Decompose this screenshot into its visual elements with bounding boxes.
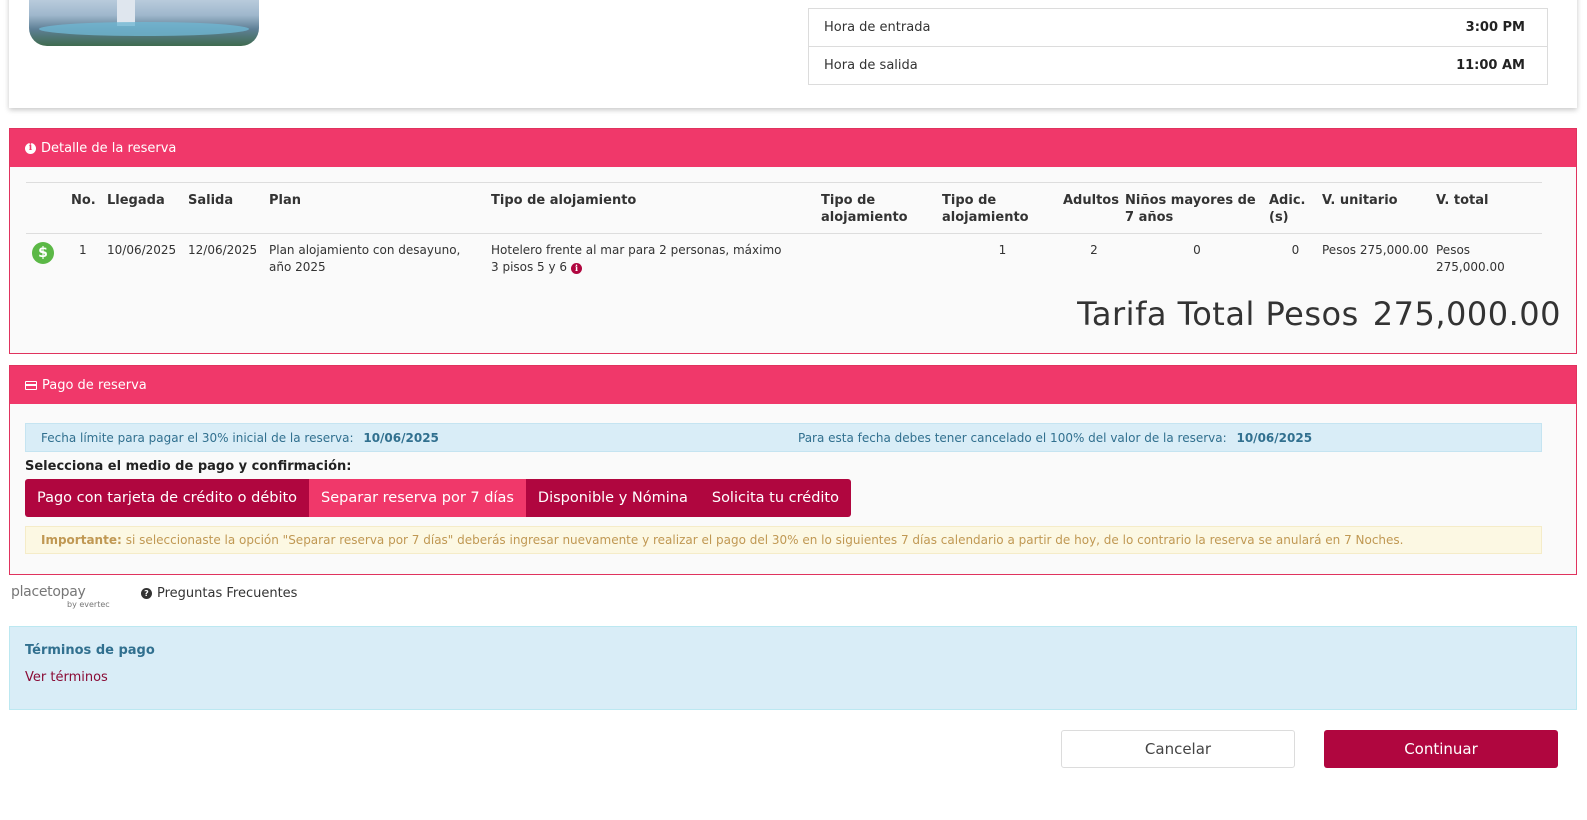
total-rate-amount: 275,000.00 xyxy=(1372,295,1561,333)
checkout-row: Hora de salida 11:00 AM xyxy=(809,46,1547,84)
payment-panel: Pago de reserva Fecha límite para pagar … xyxy=(9,365,1577,575)
deadline-30-label: Fecha límite para pagar el 30% inicial d… xyxy=(41,430,354,445)
deadline-30: Fecha límite para pagar el 30% inicial d… xyxy=(41,431,439,445)
room-info-icon[interactable]: i xyxy=(571,263,583,274)
checkout-label: Hora de salida xyxy=(824,58,918,73)
col-room-type: Tipo de alojamiento xyxy=(491,182,821,234)
checkin-info-table: Hora de entrada 3:00 PM Hora de salida 1… xyxy=(808,8,1548,85)
separate-reservation-button[interactable]: Separar reserva por 7 días xyxy=(309,479,526,517)
col-adults: Adultos xyxy=(1063,182,1125,234)
dollar-circle-icon[interactable]: $ xyxy=(32,242,54,264)
col-no: No. xyxy=(71,182,107,234)
deadline-100-date: 10/06/2025 xyxy=(1236,430,1313,445)
row-children: 0 xyxy=(1193,243,1201,257)
row-unit-value: Pesos 275,000.00 xyxy=(1322,243,1429,257)
row-room-type: Hotelero frente al mar para 2 personas, … xyxy=(491,243,782,274)
checkin-row: Hora de entrada 3:00 PM xyxy=(809,8,1547,46)
row-room-type-3: 1 xyxy=(998,243,1007,257)
payment-title: Pago de reserva xyxy=(42,377,147,393)
row-arrival: 10/06/2025 xyxy=(107,243,177,257)
deadline-30-date: 10/06/2025 xyxy=(363,430,439,445)
row-total-value: Pesos 275,000.00 xyxy=(1436,243,1505,274)
placetopay-logo-text: placetopay xyxy=(11,584,86,600)
payment-method-tabs: Pago con tarjeta de crédito o débito Sep… xyxy=(25,479,851,517)
cancel-button[interactable]: Cancelar xyxy=(1061,730,1295,768)
checkin-label: Hora de entrada xyxy=(824,20,931,35)
checkout-value: 11:00 AM xyxy=(1456,58,1525,73)
row-departure: 12/06/2025 xyxy=(188,243,258,257)
reservation-table-header: No. Llegada Salida Plan Tipo de alojamie… xyxy=(26,182,1542,234)
total-rate-label: Tarifa Total Pesos xyxy=(1077,295,1359,333)
credit-card-icon xyxy=(25,380,37,390)
payment-deadline-alert: Fecha límite para pagar el 30% inicial d… xyxy=(25,423,1542,452)
row-no: 1 xyxy=(79,243,87,257)
info-circle-icon: i xyxy=(25,142,36,154)
checkin-value: 3:00 PM xyxy=(1465,20,1525,35)
row-extra: 0 xyxy=(1291,243,1300,257)
payment-terms-title: Términos de pago xyxy=(25,643,155,658)
pay-card-button[interactable]: Pago con tarjeta de crédito o débito xyxy=(25,479,310,517)
col-total-value: V. total xyxy=(1436,182,1542,234)
col-departure: Salida xyxy=(188,182,269,234)
placetopay-logo: placetopay by evertec xyxy=(11,584,111,612)
col-plan: Plan xyxy=(269,182,491,234)
col-status xyxy=(26,182,71,234)
placetopay-logo-sub: by evertec xyxy=(67,600,110,609)
question-circle-icon: ? xyxy=(141,588,152,599)
important-label: Importante: xyxy=(41,533,122,547)
col-room-type-3: Tipo de alojamiento xyxy=(942,182,1063,234)
col-arrival: Llegada xyxy=(107,182,188,234)
reservation-detail-panel: i Detalle de la reserva No. Llegada Sali… xyxy=(9,128,1577,354)
reservation-detail-title: Detalle de la reserva xyxy=(41,140,177,156)
payment-method-label: Selecciona el medio de pago y confirmaci… xyxy=(25,459,352,474)
important-notice: Importante: si seleccionaste la opción "… xyxy=(25,526,1542,554)
reservation-detail-header: i Detalle de la reserva xyxy=(10,129,1576,167)
row-plan: Plan alojamiento con desayuno, año 2025 xyxy=(269,243,461,274)
col-extra: Adic. (s) xyxy=(1269,182,1322,234)
row-adults: 2 xyxy=(1090,243,1098,257)
request-credit-button[interactable]: Solicita tu crédito xyxy=(699,479,851,517)
deadline-100: Para esta fecha debes tener cancelado el… xyxy=(798,431,1312,445)
row-room-type-cell: Hotelero frente al mar para 2 personas, … xyxy=(491,234,821,277)
continue-button[interactable]: Continuar xyxy=(1324,730,1558,768)
deadline-100-label: Para esta fecha debes tener cancelado el… xyxy=(798,430,1227,445)
view-terms-link[interactable]: Ver términos xyxy=(25,670,108,685)
col-room-type-2: Tipo de alojamiento xyxy=(821,182,942,234)
hotel-summary-card: Hora de entrada 3:00 PM Hora de salida 1… xyxy=(9,0,1577,108)
hotel-photo-pool xyxy=(39,22,249,36)
row-room-type-2 xyxy=(821,234,942,277)
faq-label: Preguntas Frecuentes xyxy=(157,586,298,601)
payment-terms-box: Términos de pago Ver términos xyxy=(9,626,1577,710)
col-unit-value: V. unitario xyxy=(1322,182,1436,234)
important-text: si seleccionaste la opción "Separar rese… xyxy=(125,533,1404,547)
available-payroll-button[interactable]: Disponible y Nómina xyxy=(525,479,700,517)
col-children: Niños mayores de 7 años xyxy=(1125,182,1269,234)
total-rate: Tarifa Total Pesos 275,000.00 xyxy=(1077,295,1561,333)
hotel-photo xyxy=(29,0,259,46)
payment-header: Pago de reserva xyxy=(10,366,1576,404)
faq-link[interactable]: ? Preguntas Frecuentes xyxy=(141,586,297,601)
table-row: $ 1 10/06/2025 12/06/2025 Plan alojamien… xyxy=(26,234,1542,277)
reservation-table: No. Llegada Salida Plan Tipo de alojamie… xyxy=(26,182,1542,276)
